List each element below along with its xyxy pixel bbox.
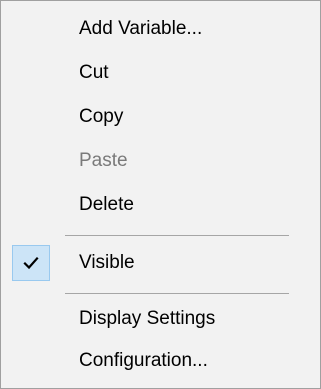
menu-item-visible[interactable]: Visible (4, 243, 317, 283)
menu-item-label: Visible (79, 252, 135, 273)
menu-separator (65, 235, 289, 236)
context-menu: Add Variable... Cut Copy Paste Delete Vi… (0, 0, 321, 389)
menu-item-label: Copy (79, 106, 124, 127)
menu-separator (65, 293, 289, 294)
menu-item-label: Paste (79, 150, 128, 171)
menu-item-delete[interactable]: Delete (4, 185, 317, 225)
menu-item-cut[interactable]: Cut (4, 53, 317, 93)
menu-item-label: Configuration... (79, 350, 208, 371)
menu-item-display-settings[interactable]: Display Settings (4, 299, 317, 339)
menu-item-label: Delete (79, 194, 134, 215)
menu-item-copy[interactable]: Copy (4, 97, 317, 137)
menu-item-label: Display Settings (79, 308, 216, 329)
checkmark-icon (12, 245, 50, 281)
menu-item-add-variable[interactable]: Add Variable... (4, 9, 317, 49)
menu-item-paste: Paste (4, 141, 317, 181)
menu-item-label: Cut (79, 62, 109, 83)
menu-item-configuration[interactable]: Configuration... (4, 341, 317, 381)
menu-item-label: Add Variable... (79, 18, 203, 39)
